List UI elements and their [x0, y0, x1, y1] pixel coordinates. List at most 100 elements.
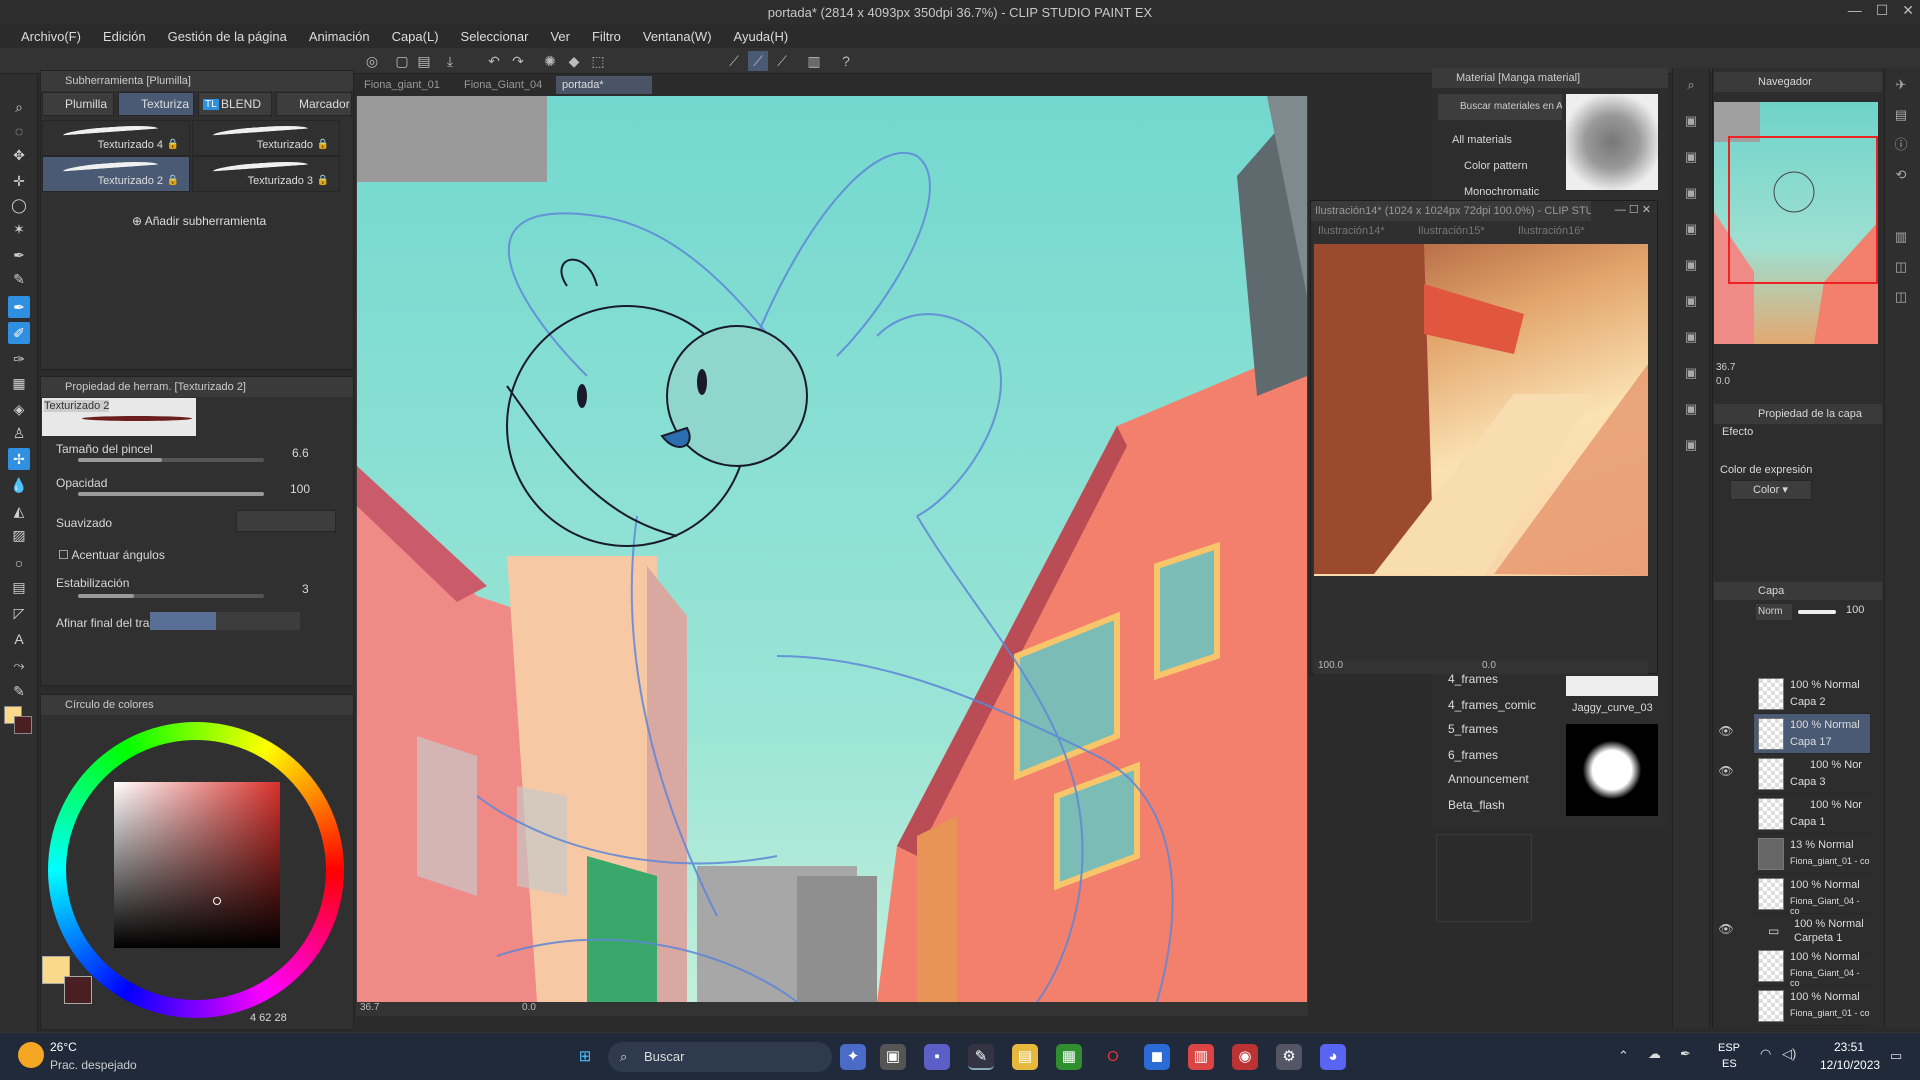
eraser-icon[interactable]: ◈ [8, 398, 30, 420]
lang-secondary[interactable]: ES [1722, 1058, 1737, 1070]
menu-gestion-pagina[interactable]: Gestión de la página [157, 29, 298, 44]
lasso-icon[interactable]: ◯ [8, 194, 30, 216]
opacity-slider[interactable] [78, 492, 264, 496]
layer-row[interactable]: 13 % Normal Fiona_giant_01 - co [1754, 834, 1870, 874]
subwin-controls[interactable]: — ☐ ✕ [1615, 203, 1651, 216]
frame-icon[interactable]: ▤ [8, 576, 30, 598]
menu-seleccionar[interactable]: Seleccionar [450, 29, 540, 44]
eye-icon[interactable]: 👁 [1716, 764, 1736, 784]
opera-icon[interactable]: O [1100, 1044, 1126, 1070]
device-icon[interactable]: ▥ [804, 51, 824, 71]
settings-icon[interactable]: ⚙ [1276, 1044, 1302, 1070]
transform-icon[interactable]: ⬚ [588, 51, 608, 71]
material-thumb-curve[interactable] [1566, 676, 1658, 696]
brush-texturizado-2[interactable]: Texturizado 2 🔒 [42, 156, 190, 192]
sub-color-swatch[interactable] [14, 716, 32, 734]
clear-icon[interactable]: ✺ [540, 51, 560, 71]
weather-desc[interactable]: Prac. despejado [50, 1058, 137, 1072]
gradient-icon[interactable]: ▨ [8, 524, 30, 546]
blend-mode-select[interactable]: Norm [1756, 604, 1792, 620]
text-tool-icon[interactable]: A [8, 628, 30, 650]
layer-row[interactable]: 100 % Nor Capa 1 [1754, 794, 1870, 834]
subwin-tab-1[interactable]: Ilustración14* [1312, 222, 1408, 240]
tree-all-materials[interactable]: All materials [1452, 134, 1512, 146]
material-icon[interactable]: ▣ [1680, 110, 1702, 132]
redo-icon[interactable]: ↷ [508, 51, 528, 71]
size-value[interactable]: 6.6 [292, 446, 309, 460]
balloon-icon[interactable]: ⤳ [8, 654, 30, 676]
navigator-tab-icon[interactable]: ✈ [1890, 74, 1912, 96]
group-marcador[interactable]: Marcador [276, 92, 352, 116]
saturation-square[interactable] [114, 782, 280, 948]
eyedropper-icon[interactable]: ✎ [8, 680, 30, 702]
stab-slider[interactable] [78, 594, 264, 598]
open-file-icon[interactable]: ▤ [414, 51, 434, 71]
app-icon-red[interactable]: ◉ [1232, 1044, 1258, 1070]
menu-ver[interactable]: Ver [539, 29, 581, 44]
minimize-icon[interactable]: — [1848, 2, 1862, 19]
add-subtool-button[interactable]: ⊕ Añadir subherramienta [132, 214, 266, 228]
material-icon[interactable]: ▣ [1680, 434, 1702, 456]
opacity-value[interactable]: 100 [290, 482, 310, 496]
clock-date[interactable]: 12/10/2023 [1820, 1058, 1880, 1072]
clock-time[interactable]: 23:51 [1834, 1040, 1864, 1054]
cloud-icon[interactable]: ☁ [1648, 1046, 1661, 1062]
airbrush-icon[interactable]: ✑ [8, 348, 30, 370]
teams-icon[interactable]: ▪ [924, 1044, 950, 1070]
material-icon[interactable]: ▣ [1680, 398, 1702, 420]
maximize-icon[interactable]: ☐ [1876, 2, 1889, 19]
material-thumb-pattern[interactable] [1566, 94, 1658, 190]
eye-icon[interactable]: 👁 [1716, 724, 1736, 744]
subwin-zoom[interactable]: 100.0 [1318, 660, 1343, 671]
info-tab-icon[interactable]: ⓘ [1890, 134, 1912, 156]
artwork-canvas[interactable] [357, 96, 1307, 1002]
material-icon[interactable]: ▣ [1680, 362, 1702, 384]
navigator-viewport[interactable] [1728, 136, 1878, 284]
reference-image[interactable] [1314, 244, 1648, 576]
close-icon[interactable]: ✕ [1902, 2, 1914, 19]
group-blend[interactable]: TL BLEND [198, 92, 272, 116]
weather-temp[interactable]: 26°C [50, 1040, 77, 1054]
volume-icon[interactable]: ◁) [1782, 1046, 1796, 1062]
stab-value[interactable]: 3 [302, 582, 309, 596]
minecraft-icon[interactable]: ▦ [1056, 1044, 1082, 1070]
taper-selector[interactable] [150, 612, 300, 630]
magic-wand-icon[interactable]: ✶ [8, 218, 30, 240]
zoom-tool-icon[interactable]: ⌕ [8, 96, 30, 118]
copilot-icon[interactable]: ✦ [840, 1044, 866, 1070]
file-explorer-icon[interactable]: ▤ [1012, 1044, 1038, 1070]
brush-tool-icon[interactable]: ✐ [8, 322, 30, 344]
clip-studio-icon[interactable]: ✎ [968, 1044, 994, 1070]
material-item[interactable]: Announcement [1442, 768, 1548, 790]
menu-animacion[interactable]: Animación [298, 29, 381, 44]
lang-primary[interactable]: ESP [1718, 1042, 1740, 1054]
navigator-preview[interactable] [1714, 102, 1878, 344]
save-icon[interactable]: ⤓ [440, 51, 460, 71]
canvas-scrollbar[interactable] [356, 1016, 1308, 1030]
material-item[interactable]: 5_frames [1442, 718, 1548, 740]
brush-texturizado[interactable]: Texturizado 🔒 [192, 120, 340, 156]
pen-active-icon[interactable]: ✒ [8, 296, 30, 318]
history-tab-icon[interactable]: ⟲ [1890, 164, 1912, 186]
undo-icon[interactable]: ↶ [484, 51, 504, 71]
discord-icon[interactable]: ◕ [1320, 1044, 1346, 1070]
ruler-icon[interactable]: ⟋ [724, 51, 744, 71]
app-icon[interactable]: ▥ [1188, 1044, 1214, 1070]
notification-icon[interactable]: ▭ [1890, 1048, 1902, 1064]
material-item[interactable]: Beta_flash [1442, 794, 1548, 816]
selection-tool-icon[interactable]: ◌ [8, 120, 30, 142]
snap-icon[interactable]: ⟋ [748, 51, 768, 71]
pen-icon[interactable]: ✒ [1680, 1046, 1691, 1062]
fill-tool-icon[interactable]: ✢ [8, 448, 30, 470]
material-item[interactable]: 6_frames [1442, 744, 1548, 766]
material-icon[interactable]: ▣ [1680, 290, 1702, 312]
help-icon[interactable]: ? [836, 51, 856, 71]
sub-color-large[interactable] [64, 976, 92, 1004]
layer-opacity-value[interactable]: 100 [1846, 604, 1864, 616]
tab-fiona-giant-04[interactable]: Fiona_Giant_04 [458, 76, 542, 94]
fill-icon[interactable]: ◆ [564, 51, 584, 71]
pen-tool-icon[interactable]: ✒ [8, 244, 30, 266]
subwin-tab-3[interactable]: Ilustración16* [1512, 222, 1608, 240]
menu-capa[interactable]: Capa(L) [381, 29, 450, 44]
store-icon[interactable]: ◼ [1144, 1044, 1170, 1070]
